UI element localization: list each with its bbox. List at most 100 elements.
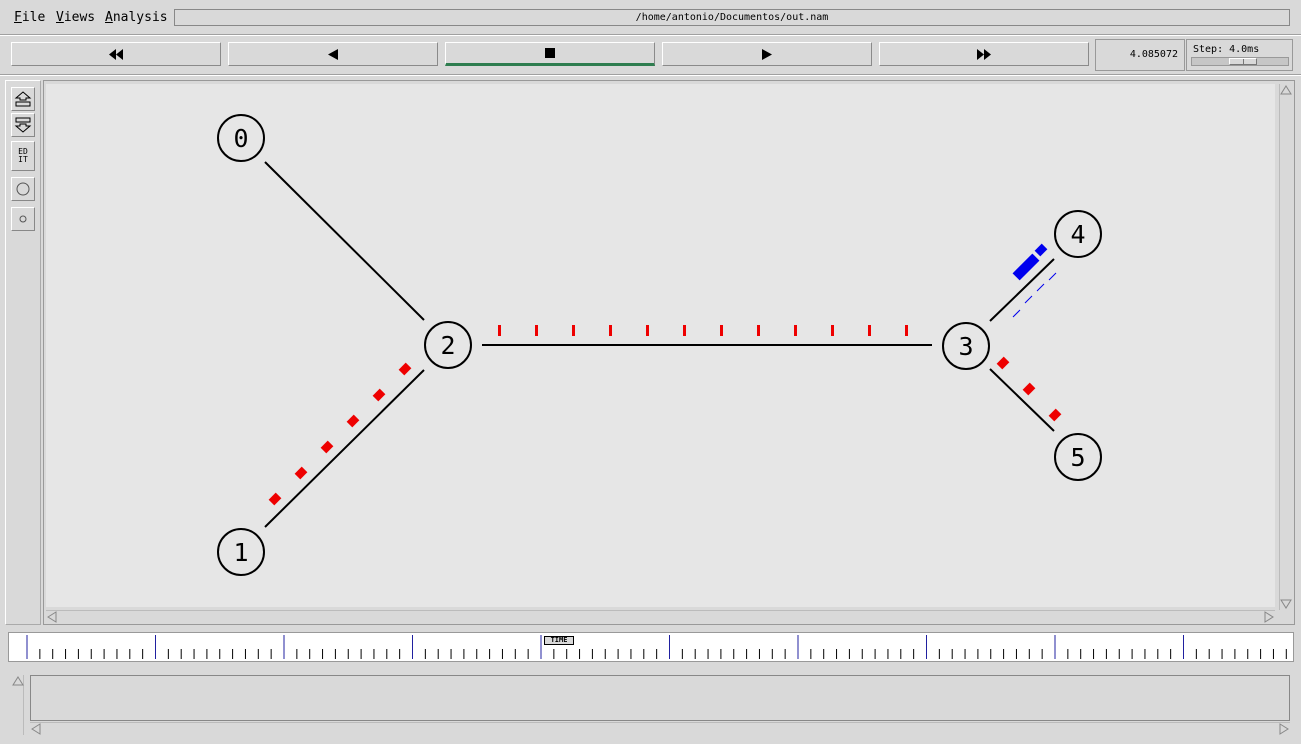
- scroll-left-arrow-icon[interactable]: [47, 611, 57, 623]
- node-1[interactable]: 1: [217, 528, 265, 576]
- node-label: 1: [233, 538, 248, 567]
- circle-small-icon: [19, 215, 27, 223]
- packet: [398, 362, 412, 376]
- step-slider-thumb[interactable]: [1229, 58, 1257, 65]
- node-size-large-button[interactable]: [11, 177, 35, 201]
- packet: [609, 325, 612, 336]
- packet: [683, 325, 686, 336]
- node-label: 4: [1070, 220, 1085, 249]
- node-size-small-button[interactable]: [11, 207, 35, 231]
- timeline-ticks: [26, 635, 1300, 659]
- node-0[interactable]: 0: [217, 114, 265, 162]
- step-slider[interactable]: [1191, 57, 1289, 66]
- packets-link-2-3: [498, 325, 908, 336]
- link-0-2: [264, 161, 425, 321]
- current-time-value: 4.085072: [1129, 49, 1178, 60]
- scrollbar-arrows: [1280, 85, 1292, 609]
- node-2[interactable]: 2: [424, 321, 472, 369]
- packet-ack: [1012, 309, 1021, 318]
- zoom-in-icon: [14, 91, 32, 107]
- scrollbar-arrows: [31, 723, 1289, 735]
- canvas-horizontal-scrollbar[interactable]: [46, 610, 1275, 623]
- scroll-left-arrow-icon[interactable]: [31, 723, 41, 735]
- play-backward-icon: [328, 48, 338, 60]
- scrollbar-arrows: [12, 676, 24, 686]
- edit-button[interactable]: ED IT: [11, 141, 35, 171]
- current-time-display: 4.085072: [1095, 39, 1185, 71]
- step-label: Step: 4.0ms: [1193, 44, 1260, 55]
- zoom-in-button[interactable]: [11, 87, 35, 111]
- editor-toolbar: ED IT: [5, 80, 41, 625]
- packet: [794, 325, 797, 336]
- canvas-vertical-scrollbar[interactable]: [1279, 84, 1292, 610]
- menu-bar: File Views Analysis /home/antonio/Docume…: [0, 0, 1301, 34]
- divider: [0, 74, 1301, 76]
- zoom-out-button[interactable]: [11, 113, 35, 137]
- node-label: 5: [1070, 443, 1085, 472]
- fast-forward-button[interactable]: [879, 42, 1089, 66]
- packet: [346, 414, 360, 428]
- menu-analysis[interactable]: Analysis: [105, 10, 168, 25]
- fast-rewind-button[interactable]: [11, 42, 221, 66]
- packets-link-3-5: [996, 356, 1062, 422]
- annotation-panel[interactable]: [30, 675, 1290, 721]
- node-label: 2: [440, 331, 455, 360]
- packet: [996, 356, 1010, 370]
- packet: [294, 466, 308, 480]
- packet: [498, 325, 501, 336]
- scroll-up-arrow-icon[interactable]: [1280, 85, 1292, 95]
- packet: [1048, 408, 1062, 422]
- packet: [905, 325, 908, 336]
- scroll-down-arrow-icon[interactable]: [1280, 599, 1292, 609]
- divider: [0, 34, 1301, 36]
- edit-label: ED IT: [18, 147, 28, 164]
- fast-rewind-icon: [109, 48, 123, 60]
- file-path-title: /home/antonio/Documentos/out.nam: [174, 9, 1290, 26]
- packet: [1022, 382, 1036, 396]
- packet: [720, 325, 723, 336]
- timeline-slider[interactable]: TIME: [8, 632, 1300, 662]
- packet: [572, 325, 575, 336]
- annotation-horizontal-scrollbar[interactable]: [30, 722, 1290, 735]
- scroll-right-arrow-icon[interactable]: [1264, 611, 1274, 623]
- scroll-up-arrow-icon[interactable]: [12, 676, 24, 686]
- scroll-right-arrow-icon[interactable]: [1279, 723, 1289, 735]
- packet-ack: [1048, 272, 1057, 281]
- packet: [320, 440, 334, 454]
- menu-views[interactable]: Views: [56, 10, 95, 25]
- menu-file[interactable]: File: [14, 10, 45, 25]
- annotation-vertical-scrollbar[interactable]: [12, 675, 24, 735]
- stop-icon: [545, 48, 555, 58]
- node-5[interactable]: 5: [1054, 433, 1102, 481]
- stop-button[interactable]: [445, 42, 655, 66]
- packet-ack: [1036, 283, 1045, 292]
- network-canvas[interactable]: 0 1 2 3 4 5: [46, 84, 1275, 607]
- packet: [268, 492, 282, 506]
- play-backward-button[interactable]: [228, 42, 438, 66]
- node-label: 3: [958, 332, 973, 361]
- timeline-thumb[interactable]: TIME: [544, 636, 574, 645]
- link-3-5: [989, 368, 1055, 432]
- packet: [372, 388, 386, 402]
- play-forward-icon: [762, 48, 772, 60]
- zoom-out-icon: [14, 117, 32, 133]
- packet: [868, 325, 871, 336]
- node-4[interactable]: 4: [1054, 210, 1102, 258]
- link-1-2: [264, 369, 425, 528]
- packet: [646, 325, 649, 336]
- packet: [1034, 243, 1048, 257]
- packets-link-3-4: [1012, 243, 1057, 318]
- packet: [831, 325, 834, 336]
- scrollbar-arrows: [47, 611, 1274, 623]
- step-control: Step: 4.0ms: [1186, 39, 1293, 71]
- network-graph[interactable]: 0 1 2 3 4 5: [46, 84, 1275, 607]
- circle-large-icon: [16, 182, 30, 196]
- packet: [535, 325, 538, 336]
- play-forward-button[interactable]: [662, 42, 872, 66]
- node-label: 0: [233, 124, 248, 153]
- fast-forward-icon: [977, 48, 991, 60]
- packet-ack: [1024, 295, 1033, 304]
- node-3[interactable]: 3: [942, 322, 990, 370]
- packets-link-1-2: [268, 362, 412, 506]
- packet: [757, 325, 760, 336]
